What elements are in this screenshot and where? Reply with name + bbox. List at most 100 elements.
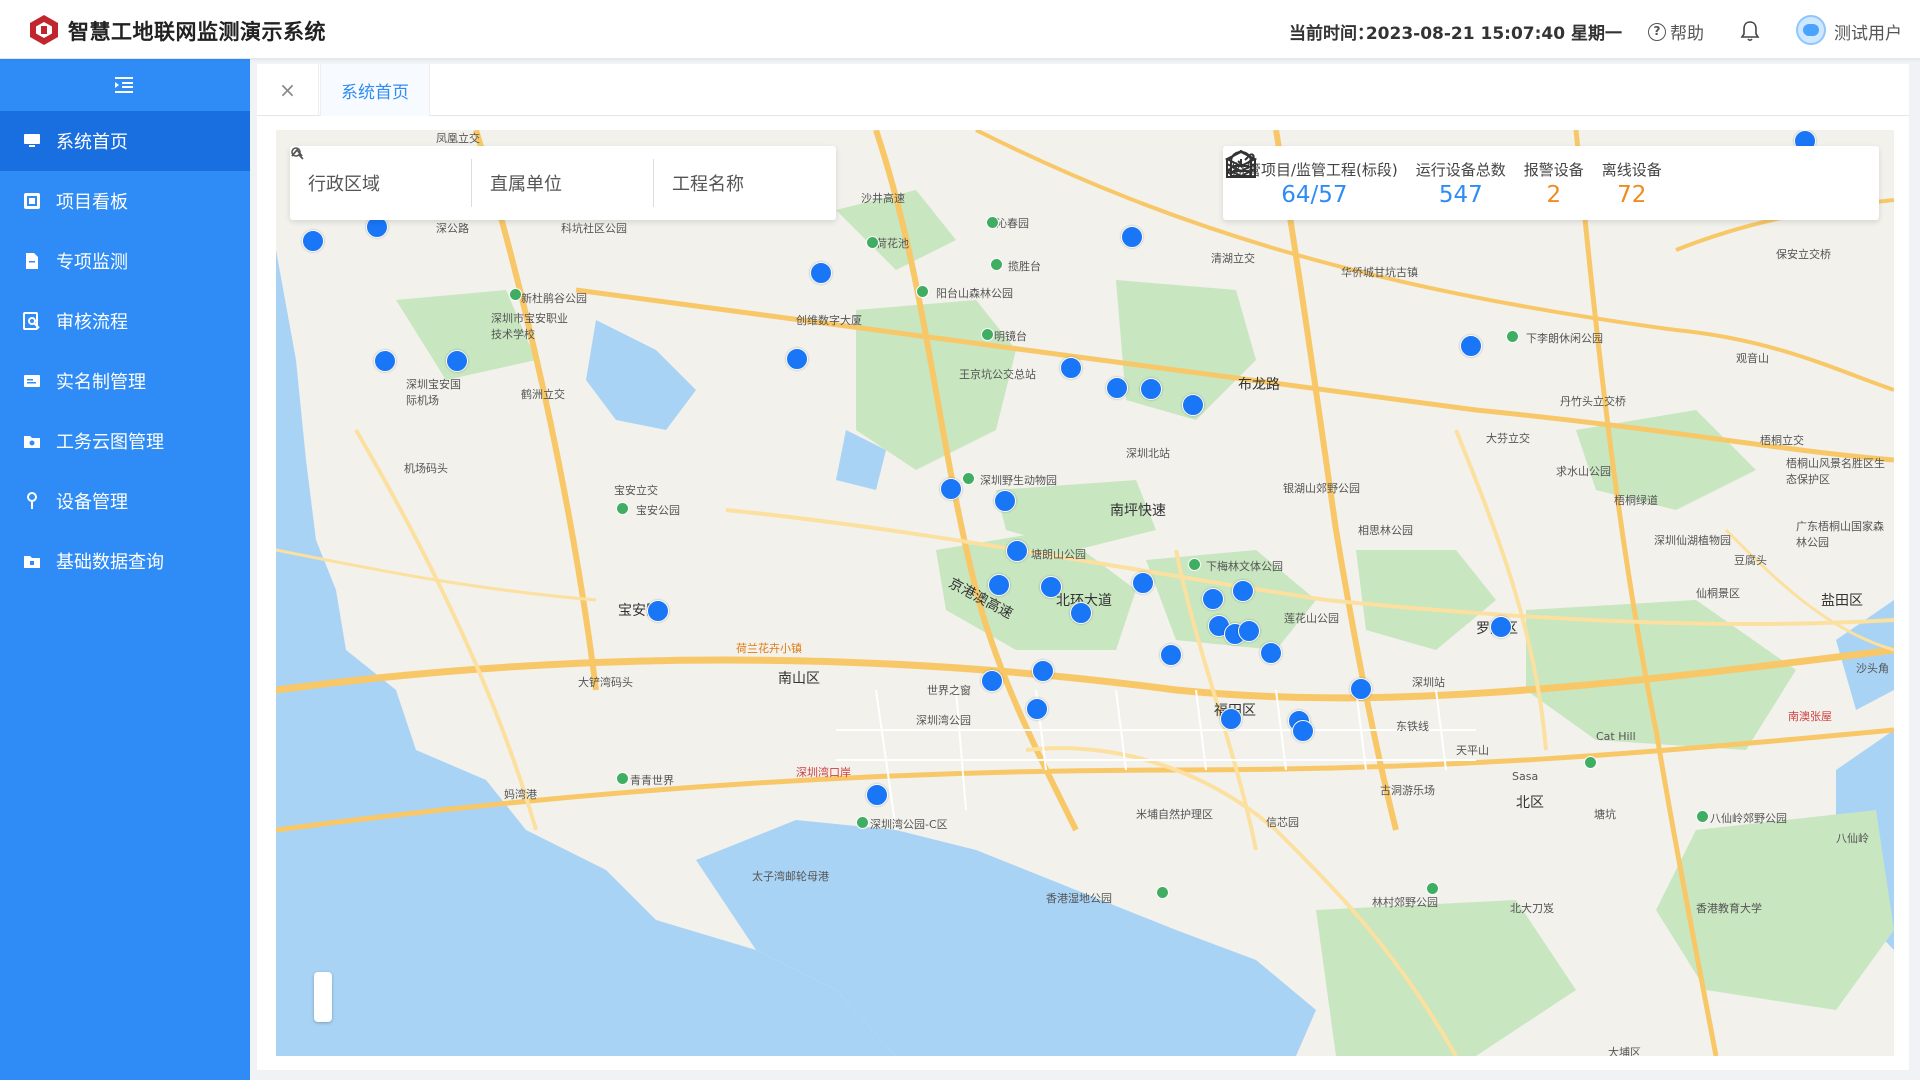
unit-select[interactable]: 直属单位 — [291, 148, 654, 207]
map-label: 天平山 — [1456, 744, 1489, 757]
map-label: 创维数字大厦 — [796, 314, 862, 327]
monitor-icon — [22, 131, 42, 151]
folder-data-icon — [22, 551, 42, 571]
map-label: 深圳湾公园-C区 — [870, 818, 948, 831]
map-label: 宝安公园 — [636, 504, 680, 517]
project-marker[interactable] — [786, 348, 808, 370]
project-marker[interactable] — [1238, 620, 1260, 642]
sidebar-item-realname[interactable]: 实名制管理 — [0, 351, 250, 411]
project-marker[interactable] — [1202, 588, 1224, 610]
map-label: 东铁线 — [1396, 720, 1429, 733]
tab-home[interactable]: 系统首页 — [320, 64, 430, 116]
project-marker[interactable] — [940, 478, 962, 500]
sidebar-item-device[interactable]: 设备管理 — [0, 471, 250, 531]
district-select[interactable]: 行政区域 — [290, 148, 472, 207]
park-poi-icon — [962, 472, 975, 485]
help-label: 帮助 — [1670, 24, 1704, 44]
park-poi-icon — [981, 328, 994, 341]
map-label: 求水山公园 — [1556, 465, 1611, 478]
map-label: 深圳湾公园 — [916, 714, 971, 727]
map-label: 华侨城甘坑古镇 — [1341, 266, 1418, 279]
project-marker[interactable] — [647, 600, 669, 622]
menu-collapse-icon[interactable] — [112, 73, 136, 97]
map-label: 塘朗山公园 — [1031, 548, 1086, 561]
map-label: 丹竹头立交桥 — [1560, 395, 1626, 408]
project-marker[interactable] — [988, 574, 1010, 596]
project-search-input[interactable]: 工程名称 — [291, 147, 836, 207]
close-icon[interactable]: × — [257, 64, 319, 116]
map-label: 豆腐头 — [1734, 554, 1767, 567]
map-label: 布龙路 — [1238, 377, 1280, 393]
project-marker[interactable] — [1160, 644, 1182, 666]
project-marker[interactable] — [374, 350, 396, 372]
search-doc-icon — [22, 311, 42, 331]
search-icon[interactable] — [290, 146, 304, 160]
project-marker[interactable] — [1070, 602, 1092, 624]
map-label: 沙井高速 — [861, 192, 905, 205]
project-marker[interactable] — [866, 784, 888, 806]
park-poi-icon — [866, 236, 879, 249]
current-time-label: 当前时间： — [1289, 24, 1374, 44]
project-marker[interactable] — [1040, 576, 1062, 598]
stat-alarm: 报警设备 2 — [1230, 150, 1584, 208]
project-marker[interactable] — [446, 350, 468, 372]
map-label: 梧桐山风景名胜区生态保护区 — [1786, 457, 1885, 486]
project-marker[interactable] — [1026, 698, 1048, 720]
map-label: 信芯园 — [1266, 816, 1299, 829]
sidebar-item-cloud-map[interactable]: 工务云图管理 — [0, 411, 250, 471]
project-marker[interactable] — [1006, 540, 1028, 562]
map-label: 揽胜台 — [1008, 260, 1041, 273]
project-marker[interactable] — [1106, 377, 1128, 399]
project-marker[interactable] — [1490, 616, 1512, 638]
sidebar-item-special-monitoring[interactable]: 专项监测 — [0, 231, 250, 291]
map-label: 南澳张屋 — [1788, 710, 1832, 723]
project-marker[interactable] — [1182, 394, 1204, 416]
project-marker[interactable] — [1060, 357, 1082, 379]
sidebar-item-base-data[interactable]: 基础数据查询 — [0, 531, 250, 591]
project-marker[interactable] — [1132, 572, 1154, 594]
project-marker[interactable] — [1232, 580, 1254, 602]
map-label: 新杜鹃谷公园 — [521, 292, 587, 305]
project-marker[interactable] — [1350, 678, 1372, 700]
map-label: 下梅林文体公园 — [1206, 560, 1283, 573]
user-avatar[interactable] — [1796, 15, 1826, 45]
map-zoom-control[interactable] — [314, 972, 332, 1022]
map-label: 阳台山森林公园 — [936, 287, 1013, 300]
project-marker[interactable] — [1292, 720, 1314, 742]
sidebar-item-label: 基础数据查询 — [56, 552, 164, 573]
project-marker[interactable] — [994, 490, 1016, 512]
sidebar: 系统首页 项目看板 专项监测 审核流程 实名制管理 工务云图管理 设备管理 基础… — [0, 59, 250, 1080]
project-marker[interactable] — [1460, 335, 1482, 357]
project-marker[interactable] — [1220, 708, 1242, 730]
park-poi-icon — [1426, 882, 1439, 895]
park-poi-icon — [916, 285, 929, 298]
user-name[interactable]: 测试用户 — [1834, 19, 1902, 44]
sidebar-item-project-board[interactable]: 项目看板 — [0, 171, 250, 231]
map-label: 深公路 — [436, 222, 469, 235]
park-poi-icon — [1696, 810, 1709, 823]
map-label: 古洞游乐场 — [1380, 784, 1435, 797]
project-marker[interactable] — [302, 230, 324, 252]
project-marker[interactable] — [981, 670, 1003, 692]
id-card-icon — [22, 371, 42, 391]
bell-icon[interactable] — [1740, 20, 1760, 42]
map-label: 王京坑公交总站 — [959, 368, 1036, 381]
park-poi-icon — [1584, 756, 1597, 769]
map-label: 深圳湾口岸 — [796, 766, 851, 779]
help-button[interactable]: ? 帮助 — [1648, 19, 1704, 44]
project-marker[interactable] — [1121, 226, 1143, 248]
map-label: 林村郊野公园 — [1372, 896, 1438, 909]
map-label: 香港湿地公园 — [1046, 892, 1112, 905]
project-marker[interactable] — [1032, 660, 1054, 682]
map-view[interactable]: 凤凰立交 深公路 科坑社区公园 沙井高速 沁春园 荷花池 揽胜台 阳台山森林公园… — [276, 130, 1894, 1056]
map-label: 凤凰立交 — [436, 132, 480, 145]
map-label: 塘坑 — [1594, 808, 1616, 821]
sidebar-item-home[interactable]: 系统首页 — [0, 111, 250, 171]
sidebar-item-label: 专项监测 — [56, 252, 128, 273]
project-marker[interactable] — [1140, 378, 1162, 400]
sidebar-item-review-flow[interactable]: 审核流程 — [0, 291, 250, 351]
project-marker[interactable] — [810, 262, 832, 284]
map-label: 香港教育大学 — [1696, 902, 1762, 915]
project-marker[interactable] — [1260, 642, 1282, 664]
stat-projects-value: 64/57 — [1281, 181, 1348, 208]
